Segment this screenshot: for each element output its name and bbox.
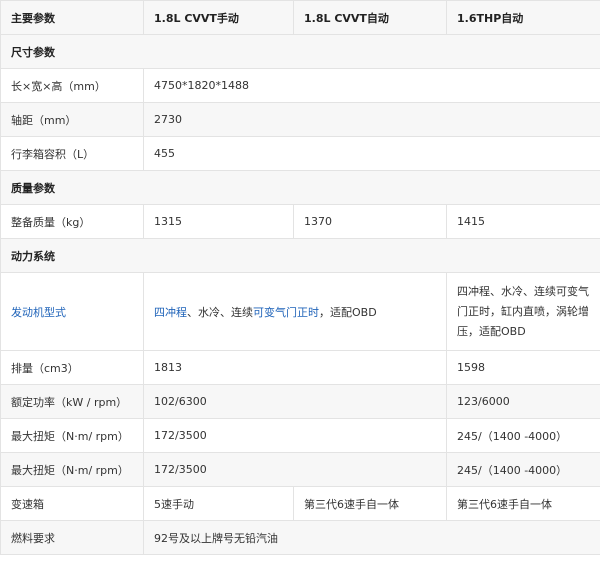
table-row: 长×宽×高（mm） 4750*1820*1488 <box>0 68 600 103</box>
row-value-dimensions: 4750*1820*1488 <box>143 68 600 103</box>
row-value-rated-power-3: 123/6000 <box>446 384 600 419</box>
row-label-dimensions: 长×宽×高（mm） <box>0 68 144 103</box>
table-row: 轴距（mm） 2730 <box>0 102 600 137</box>
table-row: 整备质量（kg） 1315 1370 1415 <box>0 204 600 239</box>
section-title-size: 尺寸参数 <box>0 34 600 69</box>
header-col-3: 1.6THP自动 <box>446 0 600 35</box>
row-label-wheelbase: 轴距（mm） <box>0 102 144 137</box>
table-header-row: 主要参数 1.8L CVVT手动 1.8L CVVT自动 1.6THP自动 <box>0 0 600 35</box>
row-value-curb-weight-1: 1315 <box>143 204 294 239</box>
section-row-size: 尺寸参数 <box>0 34 600 69</box>
spec-table: 主要参数 1.8L CVVT手动 1.8L CVVT自动 1.6THP自动 尺寸… <box>0 0 600 555</box>
row-value-torque-2-12: 172/3500 <box>143 452 447 487</box>
row-value-torque-1-12: 172/3500 <box>143 418 447 453</box>
row-value-displacement-3: 1598 <box>446 350 600 385</box>
four-stroke-link[interactable]: 四冲程 <box>154 306 187 319</box>
row-value-rated-power-12: 102/6300 <box>143 384 447 419</box>
section-row-mass: 质量参数 <box>0 170 600 205</box>
engine-type-link[interactable]: 发动机型式 <box>11 306 66 319</box>
header-col-1: 1.8L CVVT手动 <box>143 0 294 35</box>
row-value-displacement-12: 1813 <box>143 350 447 385</box>
section-row-power: 动力系统 <box>0 238 600 273</box>
row-label-gearbox: 变速箱 <box>0 486 144 521</box>
row-label-engine[interactable]: 发动机型式 <box>0 272 144 351</box>
row-label-fuel: 燃料要求 <box>0 520 144 555</box>
row-label-torque-2: 最大扭矩（N·m/ rpm） <box>0 452 144 487</box>
row-value-curb-weight-2: 1370 <box>293 204 447 239</box>
table-row: 最大扭矩（N·m/ rpm） 172/3500 245/（1400 -4000） <box>0 452 600 487</box>
row-value-wheelbase: 2730 <box>143 102 600 137</box>
row-value-gearbox-3: 第三代6速手自一体 <box>446 486 600 521</box>
row-label-torque-1: 最大扭矩（N·m/ rpm） <box>0 418 144 453</box>
table-row: 燃料要求 92号及以上牌号无铅汽油 <box>0 520 600 555</box>
row-label-rated-power: 额定功率（kW / rpm） <box>0 384 144 419</box>
table-row: 最大扭矩（N·m/ rpm） 172/3500 245/（1400 -4000） <box>0 418 600 453</box>
section-title-power: 动力系统 <box>0 238 600 273</box>
row-value-fuel: 92号及以上牌号无铅汽油 <box>143 520 600 555</box>
row-value-torque-1-3: 245/（1400 -4000） <box>446 418 600 453</box>
table-row: 行李箱容积（L） 455 <box>0 136 600 171</box>
table-row: 变速箱 5速手动 第三代6速手自一体 第三代6速手自一体 <box>0 486 600 521</box>
table-row: 发动机型式 四冲程、水冷、连续可变气门正时，适配OBD 四冲程、水冷、连续可变气… <box>0 272 600 351</box>
row-value-trunk: 455 <box>143 136 600 171</box>
row-value-curb-weight-3: 1415 <box>446 204 600 239</box>
row-value-engine-12: 四冲程、水冷、连续可变气门正时，适配OBD <box>143 272 447 351</box>
row-label-curb-weight: 整备质量（kg） <box>0 204 144 239</box>
row-value-engine-3: 四冲程、水冷、连续可变气门正时，缸内直喷，涡轮增压，适配OBD <box>446 272 600 351</box>
section-title-mass: 质量参数 <box>0 170 600 205</box>
vvt-link[interactable]: 可变气门正时 <box>253 306 319 319</box>
row-label-displacement: 排量（cm3） <box>0 350 144 385</box>
row-value-gearbox-2: 第三代6速手自一体 <box>293 486 447 521</box>
engine-text-suffix: ，适配OBD <box>319 305 377 319</box>
header-label: 主要参数 <box>0 0 144 35</box>
table-row: 额定功率（kW / rpm） 102/6300 123/6000 <box>0 384 600 419</box>
engine-text-mid: 、水冷、连续 <box>187 305 253 319</box>
row-label-trunk: 行李箱容积（L） <box>0 136 144 171</box>
row-value-gearbox-1: 5速手动 <box>143 486 294 521</box>
row-value-torque-2-3: 245/（1400 -4000） <box>446 452 600 487</box>
table-row: 排量（cm3） 1813 1598 <box>0 350 600 385</box>
header-col-2: 1.8L CVVT自动 <box>293 0 447 35</box>
